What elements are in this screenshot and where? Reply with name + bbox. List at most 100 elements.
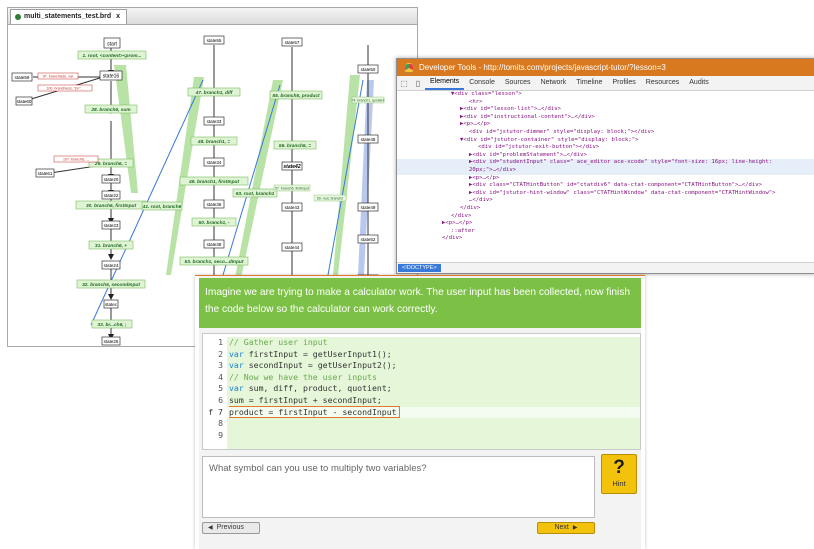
dom-tree-node[interactable]: ▼<div class="lesson"> xyxy=(397,91,814,99)
node-state50[interactable]: state50 xyxy=(361,67,376,72)
node-state61[interactable]: state61 xyxy=(38,171,53,176)
edge-label-e50[interactable]: 50. branch1, - xyxy=(199,220,230,226)
dom-tree-node[interactable]: ::after xyxy=(397,228,814,236)
node-state59[interactable]: state59 xyxy=(15,75,30,80)
code-line[interactable]: f 7 product = firstInput - secondInput xyxy=(203,405,640,419)
dom-tree-node[interactable]: </div> xyxy=(397,213,814,221)
edge-label-e55[interactable]: 55. branch5, product xyxy=(272,93,320,99)
previous-button[interactable]: ◀ Previous xyxy=(202,522,260,534)
tab-resources[interactable]: Resources xyxy=(641,76,684,90)
edge-label-e53[interactable]: 53. branch1, seco...dInput xyxy=(185,259,244,265)
code-text[interactable]: // Now we have the user inputs xyxy=(227,371,640,384)
edge-label-e47[interactable]: 47. branch1, diff xyxy=(195,90,233,96)
node-state48[interactable]: state48 xyxy=(361,137,376,142)
code-text[interactable] xyxy=(227,418,640,430)
code-line[interactable]: 8 xyxy=(203,418,640,430)
code-text[interactable]: product = firstInput - secondInput xyxy=(227,405,640,419)
node-statec[interactable]: statec xyxy=(105,302,118,307)
tab-sources[interactable]: Sources xyxy=(500,76,536,90)
dom-tree-node[interactable]: ▶<div id="jstutor-hint-window" class="CT… xyxy=(397,190,814,198)
code-line[interactable]: 4// Now we have the user inputs xyxy=(203,371,640,384)
node-state22[interactable]: state22 xyxy=(104,193,119,198)
dom-tree-node[interactable]: </div> xyxy=(397,205,814,213)
code-text[interactable]: // Gather user input xyxy=(227,337,640,349)
node-state55[interactable]: state55 xyxy=(207,38,222,43)
dom-tree-node[interactable]: ▶<div id="instructional-content">…</div> xyxy=(397,114,814,122)
node-state20[interactable]: state20 xyxy=(104,177,119,182)
error-label-2[interactable]: 100. branchless, "{\n"... xyxy=(46,87,83,91)
edge-label-e49[interactable]: 49. branch1, firstInput xyxy=(188,179,240,185)
code-line[interactable]: 2 var firstInput = getUserInput1(); xyxy=(203,348,640,361)
code-line[interactable]: 5 var sum, diff, product, quotient; xyxy=(203,383,640,395)
node-state26[interactable]: state26 xyxy=(104,339,119,344)
dom-tree-node[interactable]: ▶<div id="studentInput" class=" ace_edit… xyxy=(397,159,814,167)
edge-label-e41[interactable]: 41. root, branch6 xyxy=(142,204,182,210)
edge-label-e28[interactable]: 28. branch6, sum xyxy=(90,107,131,113)
code-lines[interactable]: 1// Gather user input 2 var firstInput = g… xyxy=(203,337,640,442)
node-state16[interactable]: state16 xyxy=(103,74,120,80)
node-state34[interactable]: state34 xyxy=(207,160,222,165)
tab-profiles[interactable]: Profiles xyxy=(607,76,640,90)
edge-label-e31[interactable]: 31. branch6, + xyxy=(95,243,127,249)
node-state33[interactable]: state33 xyxy=(207,119,222,124)
node-state43[interactable]: state43 xyxy=(285,205,300,210)
code-text[interactable]: var sum, diff, product, quotient; xyxy=(227,383,640,395)
node-state36[interactable]: state36 xyxy=(207,202,222,207)
node-state49[interactable]: state49 xyxy=(361,205,376,210)
edge-label-e93[interactable]: 93. root, branch1 xyxy=(236,191,275,197)
node-state23[interactable]: state23 xyxy=(104,223,119,228)
dom-tree-node[interactable]: ▶<div id="lesson-list">…</div> xyxy=(397,106,814,114)
tab-network[interactable]: Network xyxy=(536,76,572,90)
dom-tree-node[interactable]: ▼<div id="jstutor-container" style="disp… xyxy=(397,137,814,145)
node-start[interactable]: start xyxy=(107,42,117,48)
dom-tree-node[interactable]: ▶<div class="CTATHintButton" id="ctatdiv… xyxy=(397,182,814,190)
edge-label-e33[interactable]: 33. br...ch6, ; xyxy=(97,322,126,328)
doctype-breadcrumb[interactable]: <!DOCTYPE> xyxy=(398,264,441,272)
code-text[interactable]: var secondInput = getUserInput2(); xyxy=(227,360,640,372)
node-state44[interactable]: state44 xyxy=(285,245,300,250)
dom-tree-node[interactable]: …</div> xyxy=(397,197,814,205)
inspect-element-icon[interactable]: ⬚ xyxy=(397,76,411,90)
edge-label-e32[interactable]: 32. branch6, secondInput xyxy=(82,282,140,288)
dom-tree-node[interactable]: <div id="jstutor-dimmer" style="display:… xyxy=(397,129,814,137)
dom-tree-node[interactable]: <hr> xyxy=(397,99,814,107)
code-line[interactable]: 3 var secondInput = getUserInput2(); xyxy=(203,360,640,372)
tab-audits[interactable]: Audits xyxy=(684,76,713,90)
code-line[interactable]: 1// Gather user input xyxy=(203,337,640,349)
edge-label-e30[interactable]: 30. branch6, firstInput xyxy=(86,203,137,209)
edge-label-e56[interactable]: 56. branch5, = xyxy=(279,143,311,149)
node-state24[interactable]: state24 xyxy=(104,263,119,268)
dom-tree-node[interactable]: ▶<p>…</p> xyxy=(397,121,814,129)
dom-tree-node[interactable]: ▶<div id="problemStatement">…</div> xyxy=(397,152,814,160)
node-state57[interactable]: state57 xyxy=(285,40,300,45)
node-state52[interactable]: state52 xyxy=(361,237,376,242)
close-tab-icon[interactable]: x xyxy=(116,10,120,24)
dom-tree-node[interactable]: 20px;">…</div> xyxy=(397,166,814,175)
dom-tree-node[interactable]: ▶<p>…</p> xyxy=(397,220,814,228)
graph-file-tab[interactable]: multi_statements_test.brd x xyxy=(10,9,128,24)
device-mode-icon[interactable]: ▯ xyxy=(411,76,425,90)
error-edge-labels[interactable]: 97. branchless, var 100. branchless, "{\… xyxy=(37,72,99,163)
dom-tree-node[interactable]: </div> xyxy=(397,235,814,243)
hint-button[interactable]: ? Hint xyxy=(601,454,637,494)
code-text[interactable]: var firstInput = getUserInput1(); xyxy=(227,348,640,361)
node-state60[interactable]: state60 xyxy=(17,99,32,104)
node-state42[interactable]: state42 xyxy=(283,164,300,170)
next-button[interactable]: Next ▶ xyxy=(537,522,595,534)
dom-tree-node[interactable]: ▶<p>…</p> xyxy=(397,175,814,183)
tab-elements[interactable]: Elements xyxy=(425,76,465,90)
tab-timeline[interactable]: Timeline xyxy=(571,76,607,90)
node-state38[interactable]: state38 xyxy=(207,242,222,247)
code-editor[interactable]: 1// Gather user input 2 var firstInput = g… xyxy=(202,333,641,450)
edge-label-e1[interactable]: 1. root, <content><prom... xyxy=(82,53,141,59)
dom-tree-node[interactable]: <div id="jstutor-exit-button"></div> xyxy=(397,144,814,152)
error-label-3[interactable]: 107. branch6, ... xyxy=(63,158,89,162)
code-text[interactable] xyxy=(227,429,640,442)
tab-console[interactable]: Console xyxy=(464,76,500,90)
edge-label-e29[interactable]: 29. branch6, = xyxy=(94,161,127,167)
error-label-1[interactable]: 97. branchless, var xyxy=(43,75,74,79)
code-line[interactable]: 9 xyxy=(203,429,640,442)
code-text[interactable]: sum = firstInput + secondInput; xyxy=(227,394,640,407)
code-line[interactable]: 6 sum = firstInput + secondInput; xyxy=(203,394,640,407)
edge-label-e48[interactable]: 48. branch1, = xyxy=(197,139,230,145)
